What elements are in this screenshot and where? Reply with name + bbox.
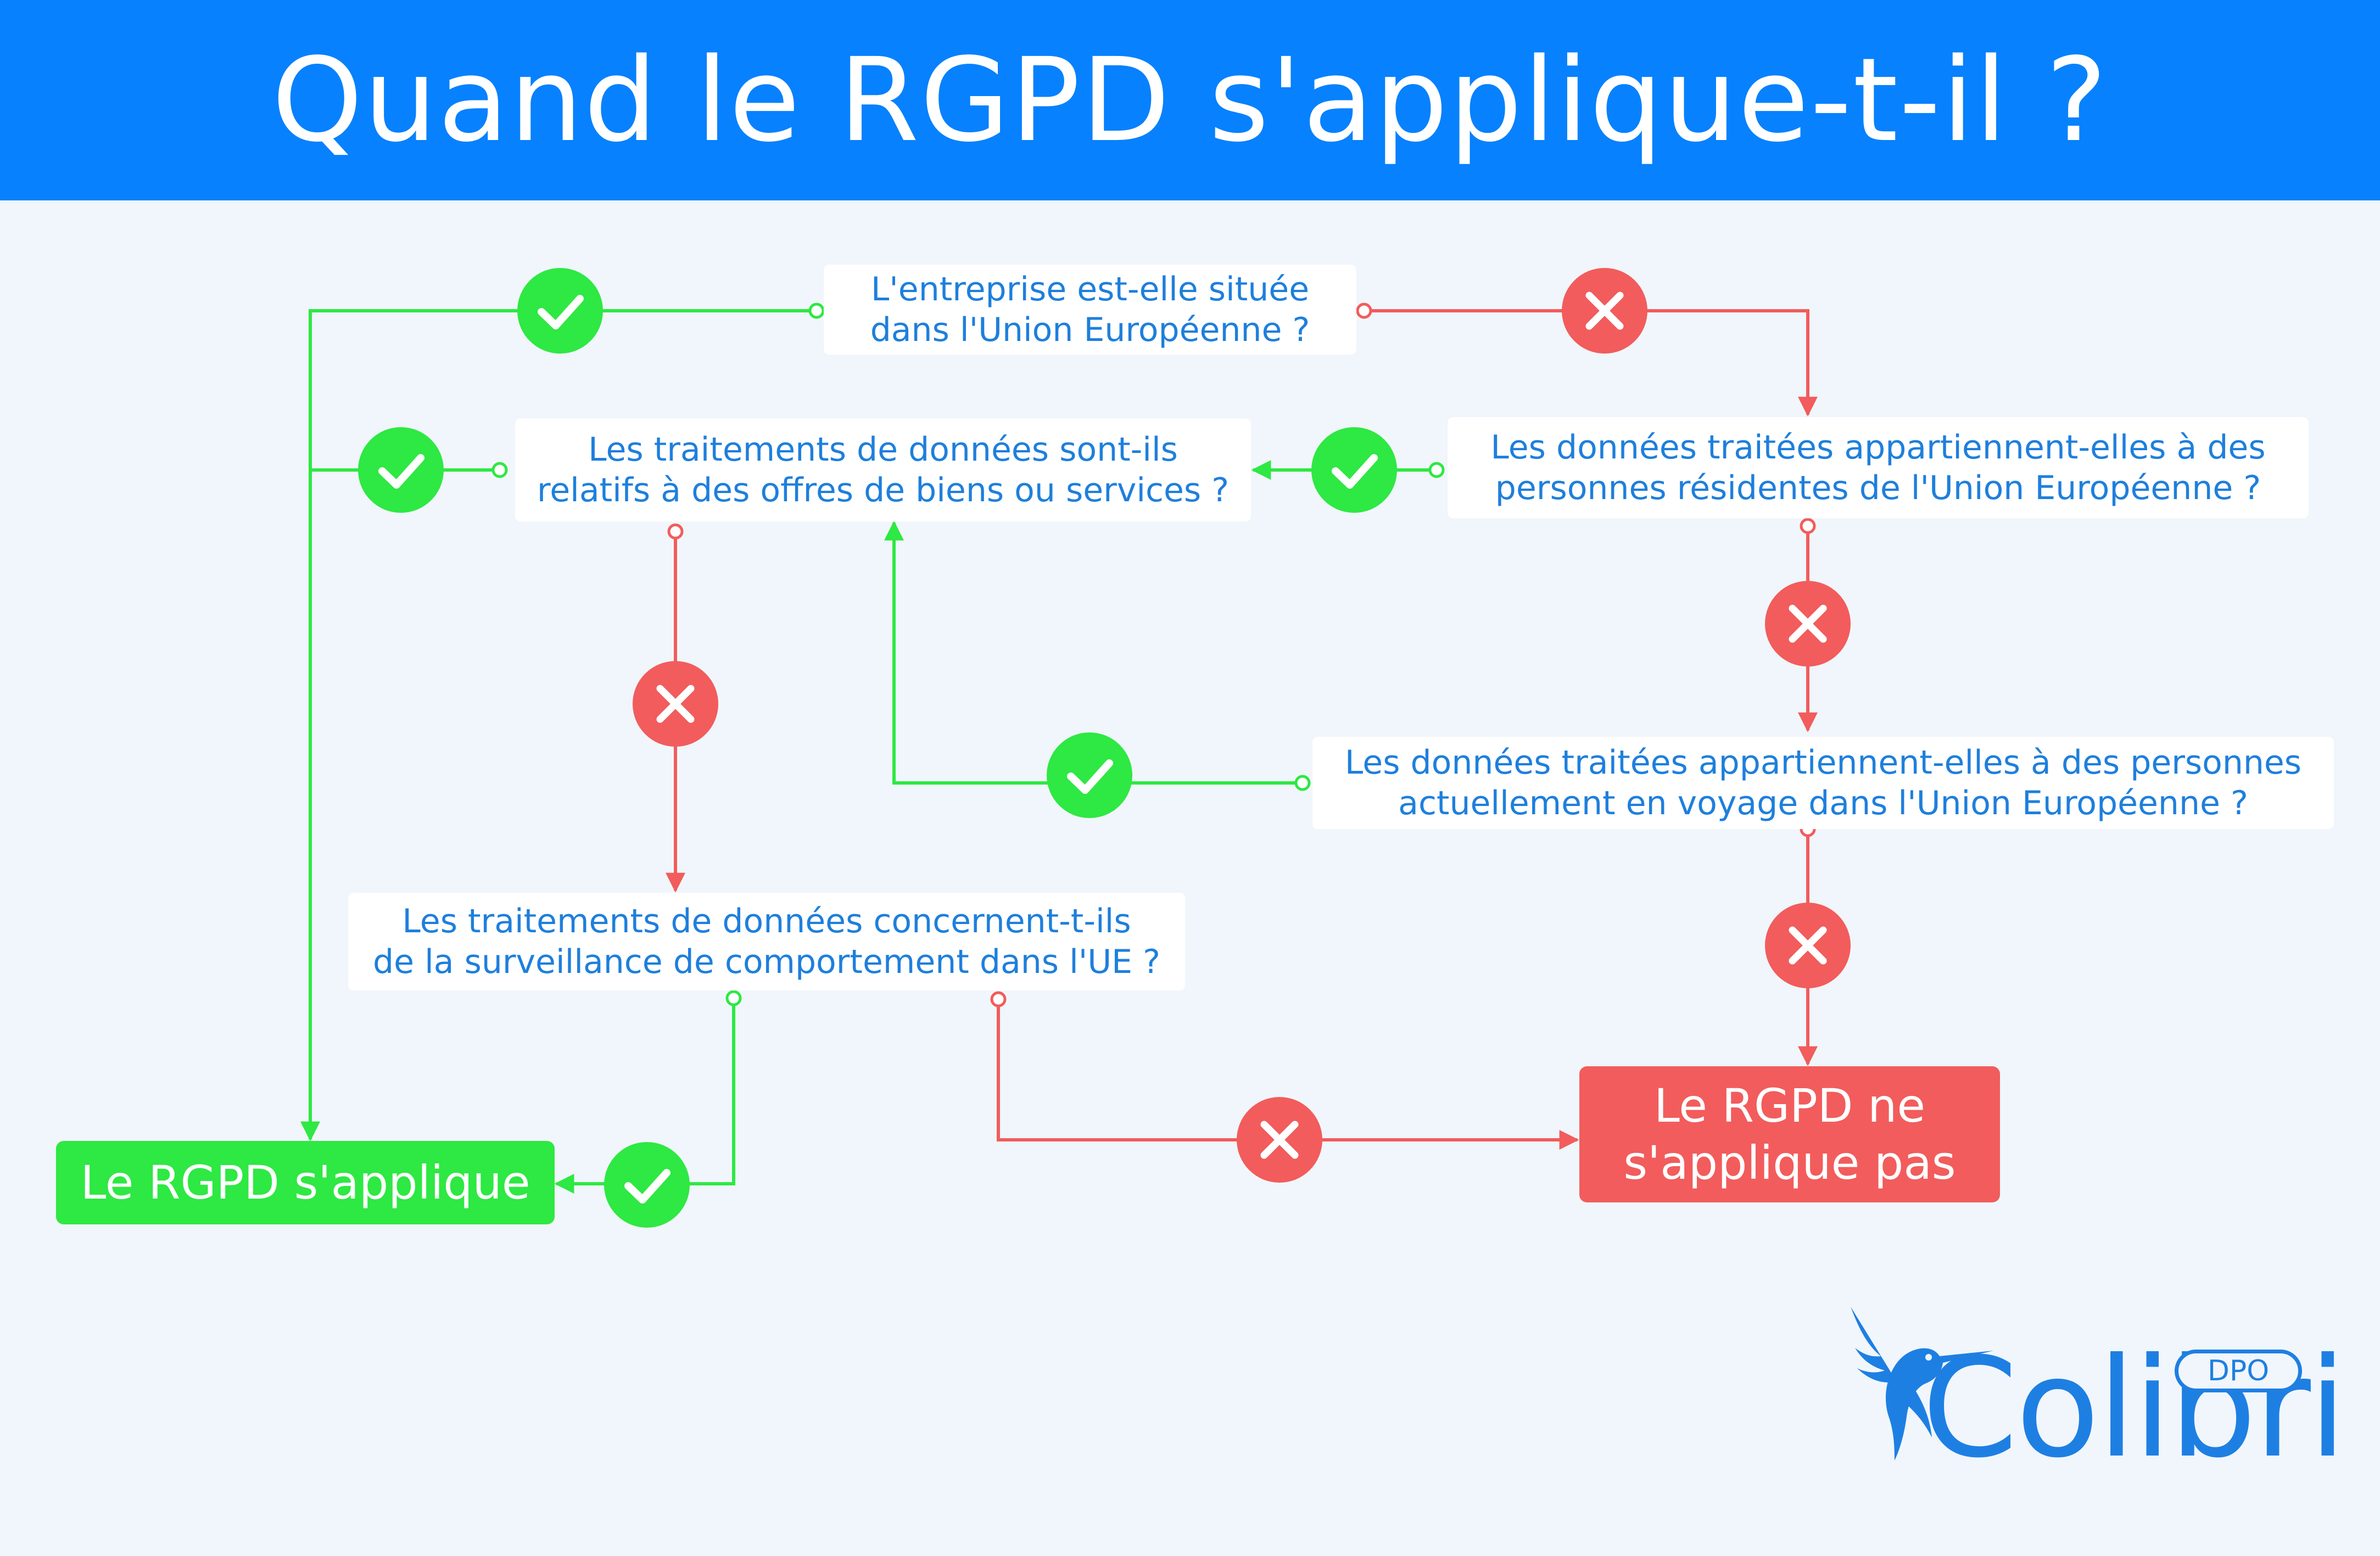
- connector-dot: [667, 523, 684, 540]
- cross-icon: [633, 661, 718, 747]
- check-icon: [1047, 732, 1132, 818]
- result-gdpr-not-applies: Le RGPD ne s'applique pas: [1579, 1066, 2000, 1202]
- check-icon: [517, 268, 603, 354]
- question-company-in-eu: L'entreprise est-elle située dans l'Unio…: [824, 265, 1356, 355]
- question-line: Les traitements de données concernent-t-…: [402, 902, 1131, 941]
- question-line: Les traitements de données sont-ils: [588, 430, 1178, 469]
- cross-icon: [1237, 1097, 1322, 1183]
- question-eu-residents-data: Les données traitées appartiennent-elles…: [1448, 417, 2309, 518]
- connector-dot: [1428, 462, 1445, 478]
- question-line: dans l'Union Européenne ?: [870, 311, 1310, 349]
- cross-icon: [1765, 903, 1851, 988]
- connector-dot: [491, 462, 508, 478]
- question-line: L'entreprise est-elle située: [870, 270, 1310, 309]
- connector-dot: [725, 990, 742, 1006]
- check-icon: [1311, 427, 1397, 513]
- connector-dot: [808, 303, 825, 319]
- check-icon: [604, 1142, 690, 1228]
- result-line: Le RGPD ne: [1653, 1079, 1926, 1133]
- brand-badge: DPO: [2175, 1350, 2302, 1392]
- connector-dot: [1294, 775, 1311, 791]
- connector-dot: [990, 991, 1007, 1008]
- connector-dot: [1800, 518, 1816, 534]
- question-travelers-in-eu-data: Les données traitées appartiennent-elles…: [1312, 737, 2334, 829]
- cross-icon: [1765, 581, 1851, 667]
- question-goods-or-services-offer: Les traitements de données sont-ils rela…: [515, 418, 1251, 522]
- question-behaviour-monitoring: Les traitements de données concernent-t-…: [348, 893, 1185, 990]
- check-icon: [358, 427, 444, 513]
- question-line: relatifs à des offres de biens ou servic…: [537, 471, 1230, 510]
- question-line: actuellement en voyage dans l'Union Euro…: [1398, 784, 2248, 822]
- question-line: Les données traitées appartiennent-elles…: [1344, 743, 2302, 782]
- question-line: de la surveillance de comportement dans …: [373, 943, 1160, 981]
- question-line: Les données traitées appartiennent-elles…: [1490, 428, 2266, 467]
- cross-icon: [1562, 268, 1647, 354]
- question-line: personnes résidentes de l'Union Européen…: [1495, 469, 2261, 507]
- result-gdpr-applies: Le RGPD s'applique: [56, 1141, 555, 1224]
- connector-dot: [1356, 303, 1372, 319]
- result-line: s'applique pas: [1623, 1136, 1956, 1190]
